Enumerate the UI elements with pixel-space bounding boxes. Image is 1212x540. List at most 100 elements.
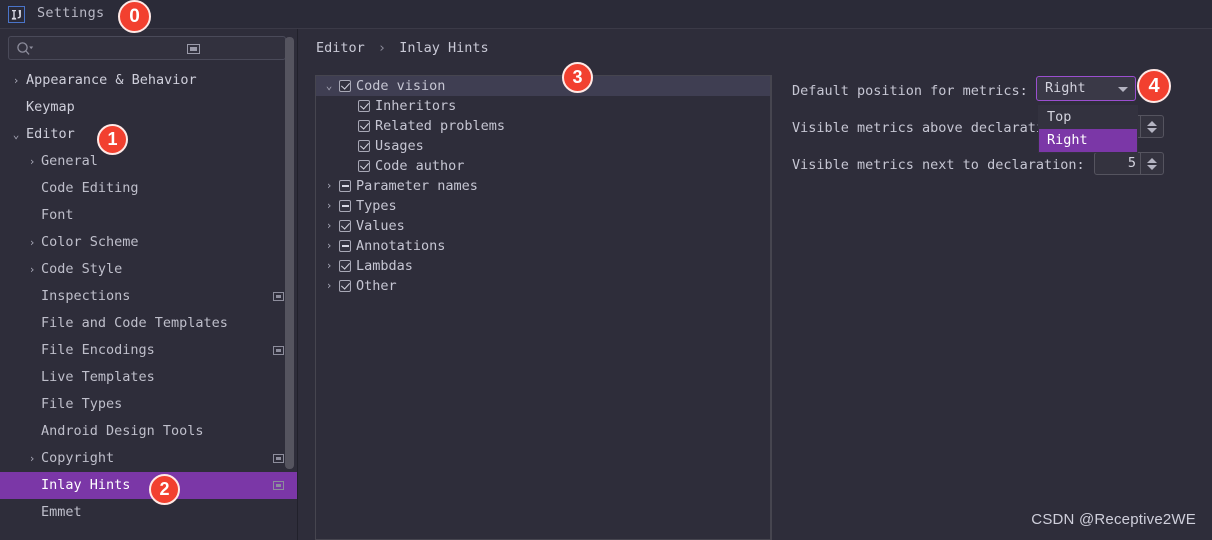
- sidebar-item-emmet[interactable]: Emmet: [0, 499, 298, 526]
- metrics-next-stepper[interactable]: 5: [1094, 152, 1164, 175]
- default-position-combobox[interactable]: Right: [1036, 76, 1136, 101]
- sidebar-scrollbar-track[interactable]: [285, 29, 294, 540]
- title-bar: Settings: [0, 0, 1212, 29]
- hint-row-label: Annotations: [356, 238, 446, 254]
- dropdown-option-top[interactable]: Top: [1039, 106, 1137, 129]
- checkbox-checked[interactable]: [339, 260, 351, 272]
- hint-row-values[interactable]: › Values: [316, 216, 770, 236]
- hint-row-label: Other: [356, 278, 397, 294]
- hint-row-related-problems[interactable]: Related problems: [316, 116, 770, 136]
- settings-modified-icon[interactable]: [273, 292, 284, 301]
- sidebar-item-label: Inspections: [41, 288, 131, 304]
- sidebar-item-label: Font: [41, 207, 74, 223]
- metrics-next-row: Visible metrics next to declaration: 5: [792, 149, 1202, 186]
- hint-row-types[interactable]: › Types: [316, 196, 770, 216]
- sidebar-item-label: Emmet: [41, 504, 82, 520]
- search-input[interactable]: [39, 37, 283, 59]
- sidebar-item-color-scheme[interactable]: › Color Scheme: [0, 229, 298, 256]
- chevron-right-icon[interactable]: ›: [26, 148, 38, 175]
- stepper-up-icon[interactable]: [1147, 120, 1157, 126]
- checkbox-checked[interactable]: [339, 220, 351, 232]
- stepper-up-icon[interactable]: [1147, 157, 1157, 163]
- checkbox-checked[interactable]: [358, 140, 370, 152]
- sidebar-item-android-design-tools[interactable]: Android Design Tools: [0, 418, 298, 445]
- metrics-above-stepper-buttons[interactable]: [1140, 115, 1163, 138]
- default-position-value: Right: [1045, 80, 1086, 96]
- checkbox-checked[interactable]: [358, 120, 370, 132]
- checkbox-checked[interactable]: [358, 160, 370, 172]
- chevron-down-icon[interactable]: [1118, 87, 1128, 92]
- sidebar-item-editor[interactable]: ⌄ Editor: [0, 121, 298, 148]
- breadcrumb-separator: ›: [377, 40, 387, 56]
- chevron-right-icon[interactable]: ›: [26, 445, 38, 472]
- sidebar-item-label: Code Style: [41, 261, 123, 277]
- checkbox-partial[interactable]: [339, 240, 351, 252]
- chevron-right-icon[interactable]: ›: [322, 176, 336, 196]
- checkbox-partial[interactable]: [339, 180, 351, 192]
- hint-row-usages[interactable]: Usages: [316, 136, 770, 156]
- sidebar-item-general[interactable]: › General: [0, 148, 298, 175]
- dropdown-option-right[interactable]: Right: [1039, 129, 1137, 152]
- breadcrumb: Editor › Inlay Hints: [316, 40, 489, 56]
- hint-row-code-author[interactable]: Code author: [316, 156, 770, 176]
- intellij-idea-icon: [8, 6, 25, 23]
- watermark: CSDN @Receptive2WE: [1031, 511, 1196, 528]
- hint-row-annotations[interactable]: › Annotations: [316, 236, 770, 256]
- settings-modified-icon[interactable]: [187, 44, 200, 54]
- settings-modified-icon[interactable]: [273, 481, 284, 490]
- settings-modified-icon[interactable]: [273, 346, 284, 355]
- sidebar-item-label: Appearance & Behavior: [26, 72, 197, 88]
- sidebar-item-label: Android Design Tools: [41, 423, 204, 439]
- chevron-right-icon[interactable]: ›: [26, 256, 38, 283]
- sidebar-item-file-and-code-templates[interactable]: File and Code Templates: [0, 310, 298, 337]
- sidebar-item-label: Live Templates: [41, 369, 155, 385]
- sidebar-item-label: File Encodings: [41, 342, 155, 358]
- stepper-down-icon[interactable]: [1147, 127, 1157, 133]
- chevron-right-icon[interactable]: ›: [26, 229, 38, 256]
- metrics-next-stepper-buttons[interactable]: [1140, 152, 1163, 175]
- sidebar-item-label: Inlay Hints: [41, 477, 131, 493]
- checkbox-checked[interactable]: [358, 100, 370, 112]
- sidebar-item-font[interactable]: Font: [0, 202, 298, 229]
- sidebar-item-file-encodings[interactable]: File Encodings: [0, 337, 298, 364]
- hint-row-inheritors[interactable]: Inheritors: [316, 96, 770, 116]
- sidebar-item-inspections[interactable]: Inspections: [0, 283, 298, 310]
- search-box[interactable]: [8, 36, 286, 60]
- breadcrumb-root[interactable]: Editor: [316, 40, 365, 56]
- hint-row-other[interactable]: › Other: [316, 276, 770, 296]
- hint-row-label: Code vision: [356, 78, 446, 94]
- chevron-right-icon[interactable]: ›: [322, 236, 336, 256]
- chevron-right-icon[interactable]: ›: [10, 67, 22, 94]
- chevron-right-icon[interactable]: ›: [322, 196, 336, 216]
- sidebar-item-keymap[interactable]: Keymap: [0, 94, 298, 121]
- breadcrumb-leaf: Inlay Hints: [399, 40, 489, 56]
- chevron-down-icon[interactable]: ⌄: [322, 76, 336, 96]
- hint-row-lambdas[interactable]: › Lambdas: [316, 256, 770, 276]
- checkbox-partial[interactable]: [339, 200, 351, 212]
- hint-row-parameter-names[interactable]: › Parameter names: [316, 176, 770, 196]
- hint-row-label: Usages: [375, 138, 424, 154]
- checkbox-checked[interactable]: [339, 280, 351, 292]
- sidebar-scrollbar-thumb[interactable]: [285, 37, 294, 469]
- chevron-right-icon[interactable]: ›: [322, 216, 336, 236]
- chevron-right-icon[interactable]: ›: [322, 276, 336, 296]
- hint-row-label: Values: [356, 218, 405, 234]
- sidebar-item-live-templates[interactable]: Live Templates: [0, 364, 298, 391]
- sidebar-item-code-style[interactable]: › Code Style: [0, 256, 298, 283]
- default-position-dropdown-list[interactable]: Top Right: [1038, 105, 1138, 153]
- sidebar-item-copyright[interactable]: › Copyright: [0, 445, 298, 472]
- sidebar-item-appearance-behavior[interactable]: › Appearance & Behavior: [0, 67, 298, 94]
- step-marker-3: 3: [562, 62, 593, 93]
- hint-row-code-vision[interactable]: ⌄ Code vision: [316, 76, 770, 96]
- hint-row-label: Types: [356, 198, 397, 214]
- step-marker-2: 2: [149, 474, 180, 505]
- step-marker-4: 4: [1137, 69, 1171, 103]
- sidebar-item-code-editing[interactable]: Code Editing: [0, 175, 298, 202]
- checkbox-checked[interactable]: [339, 80, 351, 92]
- chevron-right-icon[interactable]: ›: [322, 256, 336, 276]
- settings-modified-icon[interactable]: [273, 454, 284, 463]
- sidebar-item-label: General: [41, 153, 98, 169]
- chevron-down-icon[interactable]: ⌄: [10, 121, 22, 148]
- sidebar-item-file-types[interactable]: File Types: [0, 391, 298, 418]
- stepper-down-icon[interactable]: [1147, 164, 1157, 170]
